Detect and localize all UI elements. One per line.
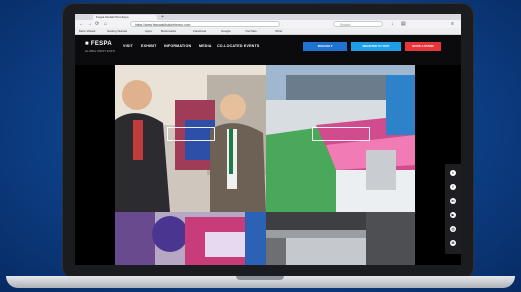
site-logo[interactable]: ■ FESPA: [85, 41, 112, 47]
nav-media[interactable]: MEDIA: [199, 44, 212, 48]
hero-photo-visitors[interactable]: [115, 65, 266, 212]
logo-mark-icon: ■: [85, 41, 89, 47]
logo-subtitle: GLOBAL PRINT EXPO: [85, 50, 116, 53]
bookmark-item[interactable]: Google: [221, 28, 231, 34]
chevron-down-icon: ▾: [330, 44, 333, 48]
hero-photo-textiles[interactable]: [115, 212, 266, 265]
photo-caption-frame: [167, 127, 215, 141]
site-header: [75, 35, 461, 65]
book-stand-button[interactable]: BOOK A STAND: [405, 42, 441, 51]
reload-icon[interactable]: ⟳: [95, 20, 99, 28]
youtube-icon[interactable]: ▶: [450, 212, 456, 218]
bookmark-item[interactable]: Bookmarks: [161, 28, 176, 34]
instagram-icon[interactable]: ◎: [450, 226, 456, 232]
language-label: ENGLISH: [317, 44, 331, 48]
bookmark-item[interactable]: YouTube: [245, 28, 257, 34]
nav-exhibit[interactable]: EXHIBIT: [141, 44, 157, 48]
nav-co-located-events[interactable]: CO-LOCATED EVENTS: [217, 44, 259, 48]
nav-information[interactable]: INFORMATION: [164, 44, 191, 48]
laptop-notch: [236, 276, 284, 280]
laptop-screen: Fespa Global Print Expo + ← → ⟳ ⌂ https:…: [75, 14, 461, 265]
bookmark-item[interactable]: Most Visited: [79, 28, 95, 34]
hero-photo-flatbed[interactable]: [266, 212, 415, 265]
language-select[interactable]: ENGLISH ▾: [303, 42, 347, 51]
bookmark-item[interactable]: Apps: [145, 28, 152, 34]
bookmarks-bar: [75, 28, 461, 35]
twitter-icon[interactable]: t: [450, 170, 456, 176]
facebook-icon[interactable]: f: [450, 184, 456, 190]
bookmark-item[interactable]: Other: [275, 28, 283, 34]
email-icon[interactable]: ✉: [450, 240, 456, 246]
linkedin-icon[interactable]: in: [450, 198, 456, 204]
photo-caption-frame: [312, 127, 370, 141]
home-icon[interactable]: ⌂: [104, 20, 107, 28]
nav-visit[interactable]: VISIT: [123, 44, 133, 48]
library-icon[interactable]: ▤: [401, 20, 406, 28]
logo-text: FESPA: [90, 41, 112, 47]
browser-search-input[interactable]: Search: [333, 21, 383, 27]
photo-flatbed-image: [266, 212, 415, 265]
hero-photo-printer[interactable]: [266, 65, 415, 212]
bookmark-item[interactable]: Getting Started: [107, 28, 127, 34]
register-button[interactable]: REGISTER TO VISIT: [351, 42, 401, 51]
photo-textiles-image: [115, 212, 266, 265]
download-icon[interactable]: ↓: [391, 20, 394, 28]
url-bar[interactable]: https://www.fespaglobalprintexpo.com: [130, 21, 280, 27]
menu-icon[interactable]: ≡: [451, 20, 454, 28]
back-icon[interactable]: ←: [79, 20, 84, 28]
forward-icon[interactable]: →: [87, 20, 92, 28]
bookmark-item[interactable]: Facebook: [193, 28, 206, 34]
